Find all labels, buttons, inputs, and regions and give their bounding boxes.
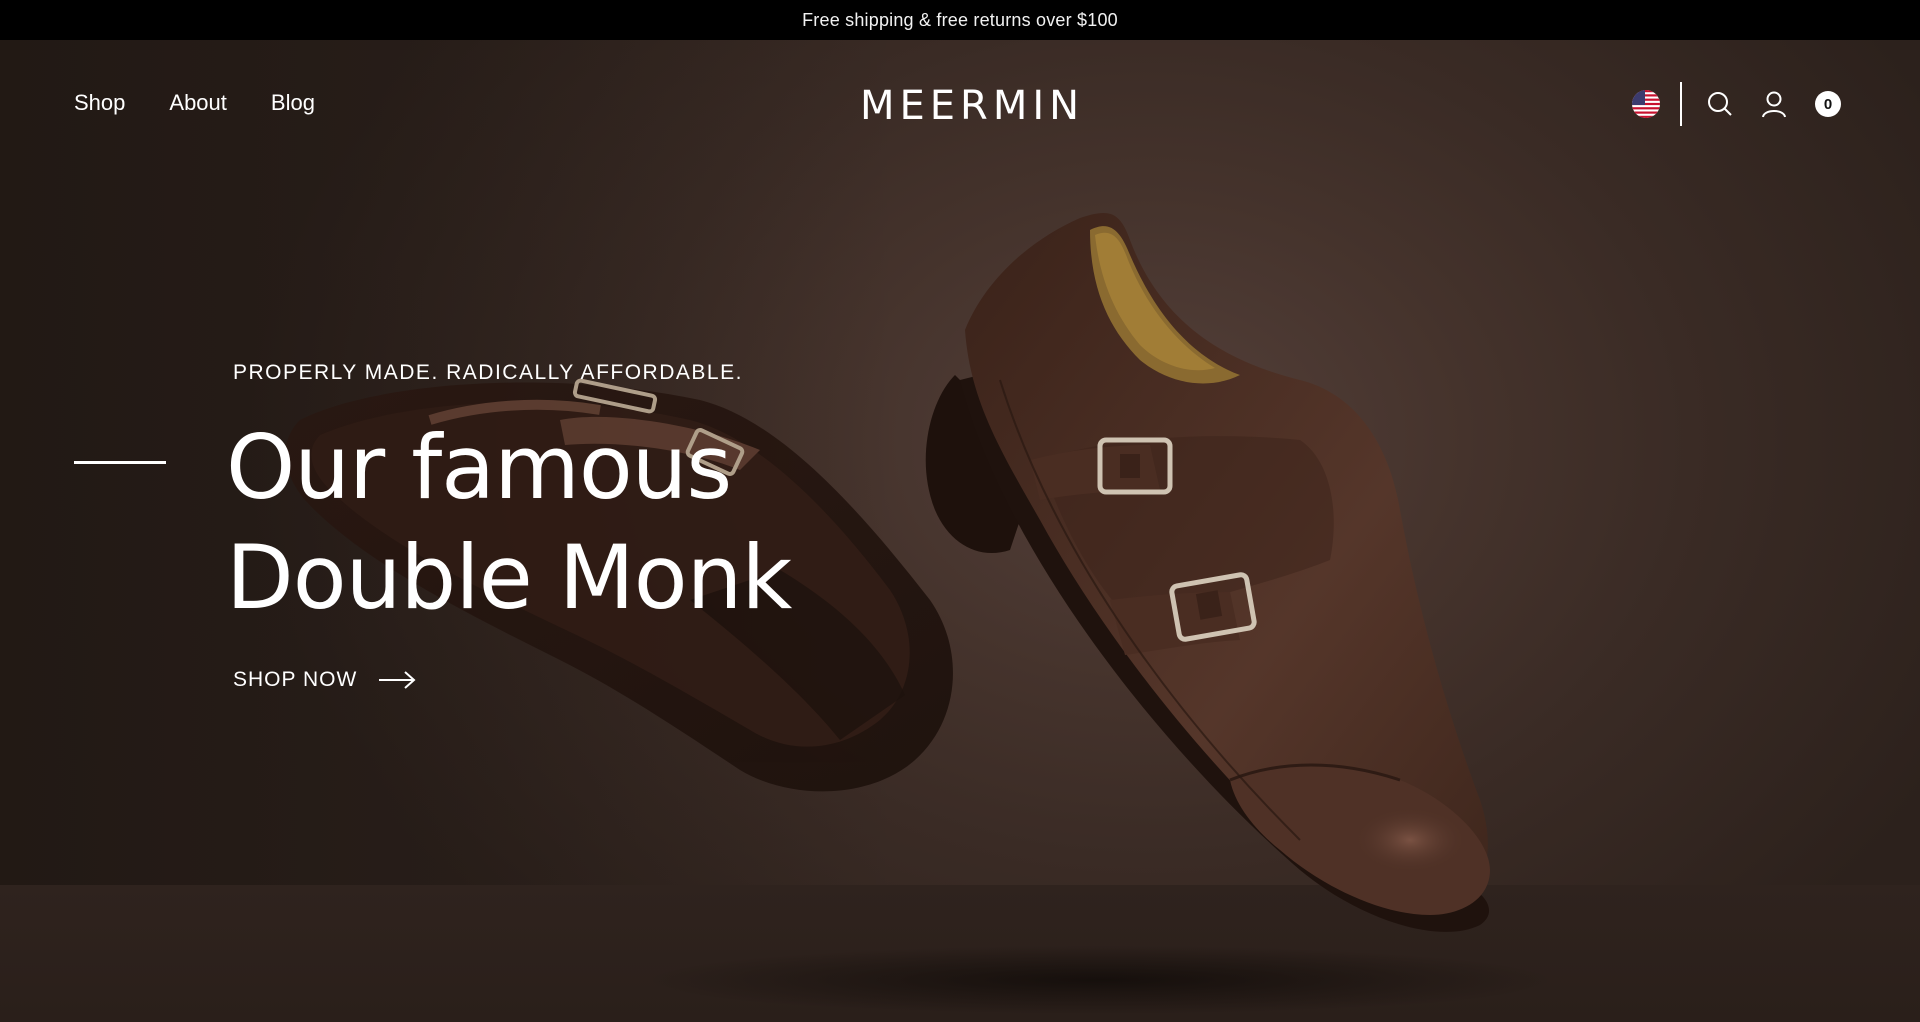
site-logo[interactable]: MEERMIN <box>860 80 1079 132</box>
nav-about[interactable]: About <box>169 90 227 116</box>
hero-headline: Our famous Double Monk <box>226 413 792 633</box>
nav-blog[interactable]: Blog <box>271 90 315 116</box>
search-icon[interactable] <box>1704 88 1736 120</box>
shop-now-link[interactable]: SHOP NOW <box>233 668 417 692</box>
user-icon[interactable] <box>1758 88 1790 120</box>
arrow-right-icon <box>379 671 416 689</box>
hero-headline-line2: Double Monk <box>226 526 792 629</box>
front-shoe <box>925 213 1490 932</box>
shop-now-label: SHOP NOW <box>233 668 358 691</box>
announcement-bar: Free shipping & free returns over $100 <box>0 0 1920 40</box>
cart-button[interactable]: 0 <box>1812 88 1844 120</box>
cart-count-badge: 0 <box>1815 91 1841 117</box>
nav-shop[interactable]: Shop <box>74 90 125 116</box>
main-nav: Shop About Blog <box>74 90 315 116</box>
hero-eyebrow: PROPERLY MADE. RADICALLY AFFORDABLE. <box>233 361 743 384</box>
us-flag-icon[interactable] <box>1632 90 1660 118</box>
hero-headline-line1: Our famous <box>226 416 732 519</box>
site-header: Shop About Blog MEERMIN 0 <box>0 40 1920 170</box>
announcement-text: Free shipping & free returns over $100 <box>802 9 1118 30</box>
hero-rule <box>74 461 166 464</box>
header-actions: 0 <box>1632 82 1844 126</box>
header-divider <box>1680 82 1682 126</box>
